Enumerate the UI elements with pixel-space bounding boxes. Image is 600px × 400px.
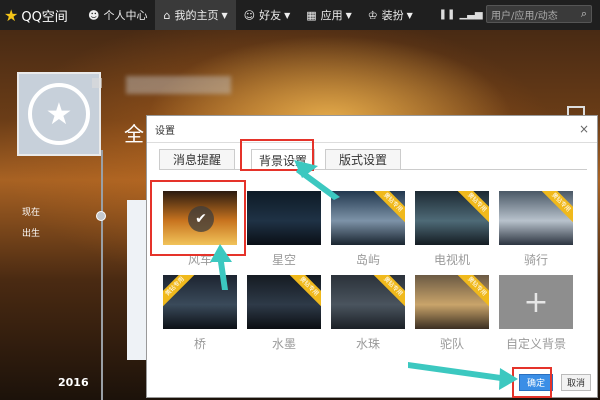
thumbnail-label[interactable]: 水墨 — [247, 335, 321, 352]
vip-only-ribbon: 黄钻专用 — [451, 191, 489, 228]
thumbnail-label[interactable]: 电视机 — [415, 251, 489, 268]
tab-message-notifications[interactable]: 消息提醒 — [159, 149, 235, 169]
close-icon[interactable]: × — [579, 122, 589, 136]
vip-only-ribbon: 黄钻专用 — [367, 191, 405, 228]
background-thumbnail[interactable]: 黄钻专用 — [247, 275, 321, 329]
blurred-square — [92, 78, 102, 88]
thumbnail-label[interactable]: 岛屿 — [331, 251, 405, 268]
search-placeholder: 用户/应用/动态 — [491, 10, 558, 22]
chevron-down-icon: ▼ — [221, 10, 228, 20]
highlight-box-confirm-button — [512, 367, 552, 398]
background-thumbnail[interactable]: 黄钻专用 — [499, 191, 573, 245]
friends-icon: ☺ — [243, 8, 256, 22]
profile-heading-char: 全 — [124, 122, 144, 146]
blurred-username — [126, 76, 231, 94]
dialog-header: 设置 × — [147, 116, 597, 143]
thumbnail-label[interactable]: 星空 — [247, 251, 321, 268]
background-thumbnail[interactable]: 黄钻专用 — [163, 275, 237, 329]
timeline-year[interactable]: 2016 — [58, 376, 89, 389]
thumbnail-label[interactable]: 桥 — [163, 335, 237, 352]
timeline-born-label[interactable]: 出生 — [22, 226, 40, 239]
nav-label: 装扮 — [381, 9, 404, 22]
signal-bars-icon[interactable]: ▁▃▅ — [459, 5, 482, 23]
nav-my-homepage[interactable]: ⌂ 我的主页 ▼ — [155, 0, 236, 30]
nav-label: 应用 — [320, 9, 343, 22]
tab-layout-settings[interactable]: 版式设置 — [325, 149, 401, 169]
chevron-down-icon: ▼ — [284, 10, 291, 20]
nav-personal-center[interactable]: ☻ 个人中心 — [80, 0, 155, 30]
topbar-right: ❚❚ ▁▃▅ 用户/应用/动态 ⌕ — [438, 5, 592, 23]
chevron-down-icon: ▼ — [406, 10, 413, 20]
highlight-box-background-tab — [240, 139, 314, 171]
settings-dialog: 设置 × 消息提醒 背景设置 版式设置 ✔ 风车 星空 黄钻专用 岛屿 黄钻专用 电视机 黄钻… — [146, 115, 598, 398]
chevron-down-icon: ▼ — [345, 10, 352, 20]
settings-tabs: 消息提醒 背景设置 版式设置 — [159, 149, 587, 170]
thumbnail-label[interactable]: 驼队 — [415, 335, 489, 352]
home-icon: ⌂ — [163, 8, 171, 22]
nav-label: 我的主页 — [174, 9, 219, 22]
nav-label: 个人中心 — [103, 9, 148, 22]
timeline-now-label[interactable]: 现在 — [22, 205, 40, 218]
timeline-dot — [96, 211, 106, 221]
avatar[interactable]: ★ — [17, 72, 101, 156]
nav-label: 好友 — [259, 9, 282, 22]
background-thumbnail[interactable] — [247, 191, 321, 245]
vip-only-ribbon: 黄钻专用 — [163, 275, 201, 312]
search-icon[interactable]: ⌕ — [581, 7, 587, 21]
cancel-button[interactable]: 取消 — [561, 374, 591, 391]
vip-only-ribbon: 黄钻专用 — [283, 275, 321, 312]
timeline-line — [101, 150, 103, 400]
pause-icon[interactable]: ❚❚ — [438, 5, 456, 23]
add-custom-background-icon: + — [499, 275, 573, 329]
highlight-box-selected-thumbnail — [150, 180, 246, 256]
thumbnail-label[interactable]: 骑行 — [499, 251, 573, 268]
qzone-star-icon: ★ — [4, 5, 19, 25]
background-thumbnail[interactable]: + — [499, 275, 573, 329]
qzone-logo[interactable]: ★ QQ空间 — [0, 0, 80, 30]
apps-icon: ▦ — [306, 8, 317, 22]
background-thumbnail[interactable]: 黄钻专用 — [331, 191, 405, 245]
logo-text: QQ空间 — [21, 9, 68, 25]
background-thumbnail[interactable]: 黄钻专用 — [415, 191, 489, 245]
top-navigation-bar: ★ QQ空间 ☻ 个人中心 ⌂ 我的主页 ▼ ☺ 好友 ▼ ▦ 应用 ▼ ♔ 装… — [0, 0, 600, 30]
nav-friends[interactable]: ☺ 好友 ▼ — [236, 0, 299, 30]
background-thumbnail[interactable]: 黄钻专用 — [415, 275, 489, 329]
search-input[interactable]: 用户/应用/动态 ⌕ — [486, 5, 592, 23]
dialog-title: 设置 — [155, 125, 175, 137]
vip-only-ribbon: 黄钻专用 — [451, 275, 489, 312]
nav-apps[interactable]: ▦ 应用 ▼ — [298, 0, 360, 30]
user-icon: ☻ — [88, 8, 100, 22]
background-thumbnail[interactable]: 黄钻专用 — [331, 275, 405, 329]
shirt-icon: ♔ — [367, 8, 378, 22]
vip-only-ribbon: 黄钻专用 — [535, 191, 573, 228]
nav-decorate[interactable]: ♔ 装扮 ▼ — [360, 0, 421, 30]
thumbnail-label[interactable]: 水珠 — [331, 335, 405, 352]
vip-only-ribbon: 黄钻专用 — [367, 275, 405, 312]
default-avatar-star-icon: ★ — [28, 83, 90, 145]
thumbnail-label[interactable]: 自定义背景 — [499, 335, 573, 352]
